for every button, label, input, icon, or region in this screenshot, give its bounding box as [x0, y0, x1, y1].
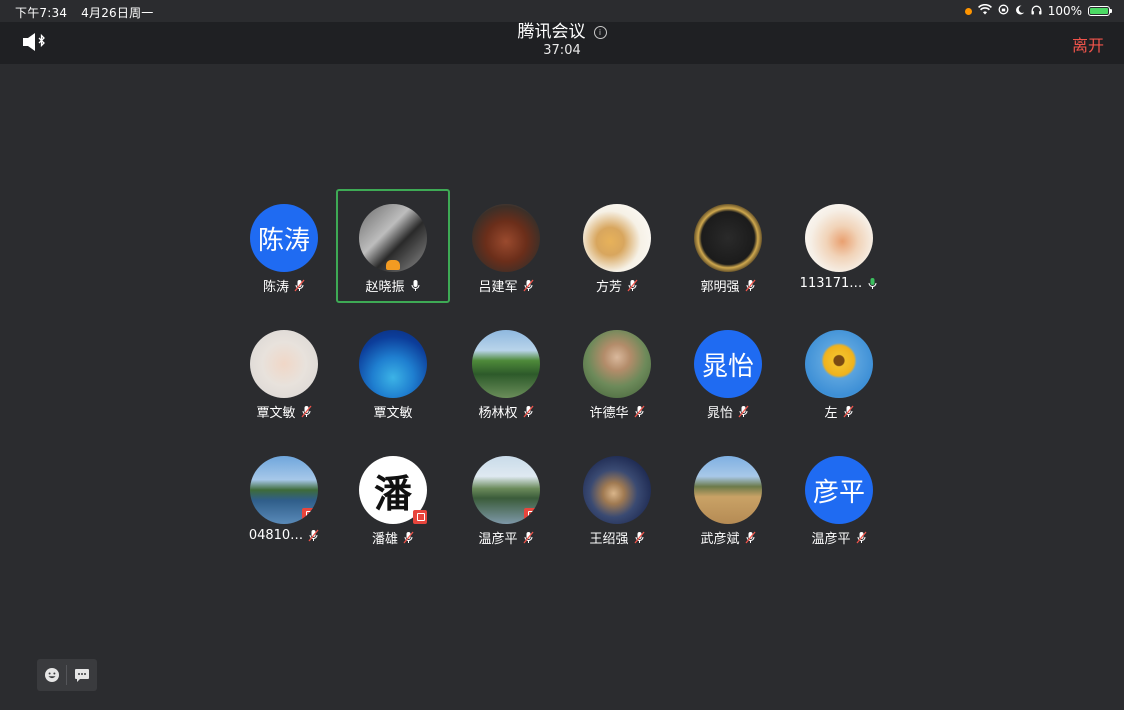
mic-muted-icon	[744, 531, 756, 544]
participant-tile[interactable]: 王绍强	[562, 443, 672, 553]
participant-name: 郭明强	[700, 280, 740, 295]
participant-tile[interactable]: 潘 潘雄	[338, 443, 448, 553]
avatar	[472, 204, 540, 272]
avatar	[805, 330, 873, 398]
avatar: 彦平	[805, 456, 873, 524]
mic-muted-icon	[294, 279, 305, 292]
avatar	[583, 330, 651, 398]
mic-on-icon	[868, 278, 877, 289]
participant-tile[interactable]: 郭明强	[673, 191, 783, 301]
meeting-timer: 37:04	[543, 43, 581, 58]
emoji-icon	[44, 668, 59, 682]
avatar	[359, 204, 427, 272]
avatar	[583, 456, 651, 524]
emoji-button[interactable]	[37, 659, 66, 691]
participant-tile[interactable]: 温彦平	[451, 443, 561, 553]
mic-muted-icon	[738, 405, 749, 418]
chat-icon	[74, 668, 89, 682]
mic-muted-icon	[855, 531, 867, 544]
avatar	[805, 204, 873, 272]
participant-name: 赵晓振	[365, 280, 405, 295]
avatar	[694, 204, 762, 272]
participant-name: 方芳	[595, 280, 622, 295]
screen-share-badge-icon	[413, 510, 427, 524]
host-badge-icon	[386, 260, 400, 270]
participant-tile[interactable]: 武彦斌	[673, 443, 783, 553]
moon-icon	[1015, 5, 1025, 18]
avatar: 陈涛	[250, 204, 318, 272]
mic-muted-icon	[842, 405, 854, 418]
status-bar: 下午7:34 4月26日周一 100%	[0, 0, 1124, 22]
mic-muted-icon	[633, 405, 645, 418]
participant-name: 王绍强	[589, 532, 629, 547]
participant-tile[interactable]: 04810…	[229, 443, 339, 553]
participant-name: 左	[824, 406, 838, 421]
participant-tile[interactable]: 杨林权	[451, 317, 561, 427]
participant-tile[interactable]: 113171…	[784, 191, 894, 301]
avatar: 晁怡	[694, 330, 762, 398]
avatar	[583, 204, 651, 272]
mic-on-icon	[411, 280, 419, 291]
participant-tile[interactable]: 覃文敏	[229, 317, 339, 427]
avatar	[250, 330, 318, 398]
mic-muted-icon	[300, 405, 312, 418]
avatar	[694, 456, 762, 524]
mic-muted-icon	[522, 405, 534, 418]
mic-muted-icon	[627, 279, 638, 292]
participant-name: 覃文敏	[373, 406, 413, 421]
participant-tile[interactable]: 覃文敏	[338, 317, 448, 427]
participant-tile[interactable]: 许德华	[562, 317, 672, 427]
status-date: 4月26日周一	[81, 6, 154, 20]
battery-icon	[1088, 6, 1112, 16]
mic-muted-icon	[308, 529, 319, 542]
participant-name: 武彦斌	[700, 532, 740, 547]
avatar	[472, 456, 540, 524]
participant-tile[interactable]: 方芳	[562, 191, 672, 301]
avatar	[472, 330, 540, 398]
info-icon[interactable]: i	[593, 25, 607, 39]
participant-name: 许德华	[589, 406, 629, 421]
battery-percent: 100%	[1047, 4, 1082, 18]
participant-tile-active[interactable]: 赵晓振	[336, 189, 450, 303]
mic-muted-icon	[522, 531, 534, 544]
participant-tile[interactable]: 左	[784, 317, 894, 427]
participant-name: 陈涛	[262, 280, 289, 295]
participant-name: 晁怡	[706, 406, 733, 421]
participant-name: 覃文敏	[256, 406, 296, 421]
avatar	[250, 456, 318, 524]
participant-name: 04810…	[248, 528, 304, 543]
meeting-header: 腾讯会议 i 37:04 离开	[0, 22, 1124, 64]
chat-button[interactable]	[67, 659, 96, 691]
screen-share-badge-icon	[524, 508, 538, 522]
leave-button[interactable]: 离开	[1072, 32, 1104, 56]
recording-dot-icon	[964, 7, 972, 15]
headphones-icon	[1031, 5, 1042, 18]
participant-name: 吕建军	[478, 280, 518, 295]
avatar	[359, 330, 427, 398]
orientation-lock-icon	[998, 4, 1009, 18]
status-time: 下午7:34	[15, 6, 68, 20]
participant-name: 温彦平	[811, 532, 851, 547]
mic-muted-icon	[403, 531, 414, 544]
mic-muted-icon	[744, 279, 756, 292]
meeting-title: 腾讯会议	[517, 22, 586, 42]
participant-name: 潘雄	[371, 532, 398, 547]
participant-tile[interactable]: 彦平 温彦平	[784, 443, 894, 553]
screen-share-badge-icon	[302, 508, 316, 522]
participant-tile[interactable]: 吕建军	[451, 191, 561, 301]
participant-name: 杨林权	[478, 406, 518, 421]
mic-muted-icon	[522, 279, 534, 292]
mic-muted-icon	[633, 531, 645, 544]
participant-name: 温彦平	[478, 532, 518, 547]
participant-tile[interactable]: 晁怡 晁怡	[673, 317, 783, 427]
bottom-controls	[37, 659, 97, 691]
participant-tile[interactable]: 陈涛 陈涛	[229, 191, 339, 301]
wifi-icon	[977, 3, 992, 18]
participant-name: 113171…	[799, 276, 863, 291]
